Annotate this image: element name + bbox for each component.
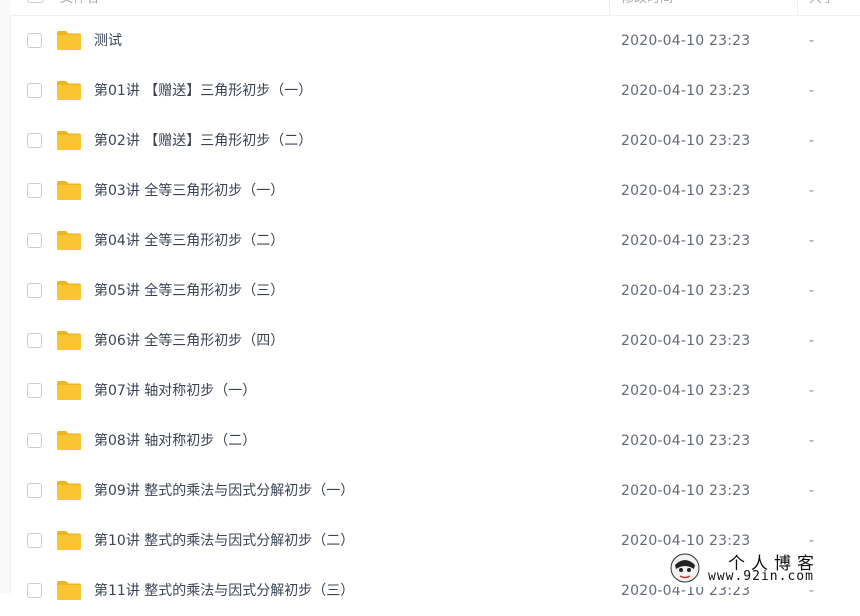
row-checkbox[interactable] <box>27 383 42 398</box>
row-checkbox[interactable] <box>27 333 42 348</box>
file-name[interactable]: 第06讲 全等三角形初步（四） <box>94 332 284 350</box>
folder-icon <box>57 81 81 100</box>
watermark: 个人博客 www.92in.com <box>670 551 842 587</box>
folder-icon <box>57 481 81 500</box>
file-name[interactable]: 第07讲 轴对称初步（一） <box>94 382 256 400</box>
watermark-url: www.92in.com <box>708 569 814 584</box>
row-checkbox[interactable] <box>27 583 42 598</box>
file-size: - <box>809 333 815 349</box>
modified-time: 2020-04-10 23:23 <box>621 83 751 99</box>
folder-icon <box>57 181 81 200</box>
folder-icon <box>57 381 81 400</box>
modified-time: 2020-04-10 23:23 <box>621 133 751 149</box>
file-size: - <box>809 533 815 549</box>
file-name[interactable]: 测试 <box>94 32 122 50</box>
folder-icon <box>57 31 81 50</box>
file-size: - <box>809 33 815 49</box>
select-all-checkbox[interactable] <box>27 0 44 3</box>
column-divider[interactable] <box>797 0 798 15</box>
sort-down-icon[interactable]: ▼ <box>780 0 787 2</box>
row-checkbox[interactable] <box>27 283 42 298</box>
folder-icon <box>57 281 81 300</box>
file-list: 测试 2020-04-10 23:23 - 第01讲 【赠送】三角形初步（一） 2020… <box>10 16 860 616</box>
modified-time: 2020-04-10 23:23 <box>621 533 751 549</box>
file-row[interactable]: 第07讲 轴对称初步（一） 2020-04-10 23:23 - <box>10 366 860 416</box>
file-name[interactable]: 第10讲 整式的乘法与因式分解初步（二） <box>94 532 354 550</box>
modified-time: 2020-04-10 23:23 <box>621 333 751 349</box>
modified-time: 2020-04-10 23:23 <box>621 383 751 399</box>
modified-time: 2020-04-10 23:23 <box>621 433 751 449</box>
folder-icon <box>57 131 81 150</box>
row-checkbox[interactable] <box>27 83 42 98</box>
row-checkbox[interactable] <box>27 433 42 448</box>
file-row[interactable]: 第06讲 全等三角形初步（四） 2020-04-10 23:23 - <box>10 316 860 366</box>
file-name[interactable]: 第11讲 整式的乘法与因式分解初步（三） <box>94 582 354 600</box>
file-row[interactable]: 第01讲 【赠送】三角形初步（一） 2020-04-10 23:23 - <box>10 66 860 116</box>
file-name[interactable]: 第08讲 轴对称初步（二） <box>94 432 256 450</box>
row-checkbox[interactable] <box>27 483 42 498</box>
blog-logo-icon <box>670 553 700 583</box>
folder-icon <box>57 331 81 350</box>
file-name[interactable]: 第05讲 全等三角形初步（三） <box>94 282 284 300</box>
file-row[interactable]: 第02讲 【赠送】三角形初步（二） 2020-04-10 23:23 - <box>10 116 860 166</box>
file-row[interactable]: 第08讲 轴对称初步（二） 2020-04-10 23:23 - <box>10 416 860 466</box>
column-header-name[interactable]: 文件名 <box>60 0 99 8</box>
file-list-header: 文件名 修改时间 ▼ 大小 <box>10 0 860 16</box>
file-row[interactable]: 第09讲 整式的乘法与因式分解初步（一） 2020-04-10 23:23 - <box>10 466 860 516</box>
folder-icon <box>57 531 81 550</box>
file-size: - <box>809 433 815 449</box>
file-row[interactable]: 第05讲 全等三角形初步（三） 2020-04-10 23:23 - <box>10 266 860 316</box>
file-size: - <box>809 483 815 499</box>
modified-time: 2020-04-10 23:23 <box>621 283 751 299</box>
row-checkbox[interactable] <box>27 233 42 248</box>
file-row[interactable]: 第03讲 全等三角形初步（一） 2020-04-10 23:23 - <box>10 166 860 216</box>
file-size: - <box>809 233 815 249</box>
modified-time: 2020-04-10 23:23 <box>621 483 751 499</box>
file-name[interactable]: 第09讲 整式的乘法与因式分解初步（一） <box>94 482 354 500</box>
file-row[interactable]: 测试 2020-04-10 23:23 - <box>10 16 860 66</box>
file-name[interactable]: 第04讲 全等三角形初步（二） <box>94 232 284 250</box>
file-size: - <box>809 283 815 299</box>
file-name[interactable]: 第03讲 全等三角形初步（一） <box>94 182 284 200</box>
folder-icon <box>57 431 81 450</box>
row-checkbox[interactable] <box>27 33 42 48</box>
file-size: - <box>809 383 815 399</box>
row-checkbox[interactable] <box>27 183 42 198</box>
file-size: - <box>809 183 815 199</box>
file-name[interactable]: 第02讲 【赠送】三角形初步（二） <box>94 132 312 150</box>
file-size: - <box>809 133 815 149</box>
row-checkbox[interactable] <box>27 133 42 148</box>
modified-time: 2020-04-10 23:23 <box>621 33 751 49</box>
column-header-size[interactable]: 大小 <box>809 0 835 8</box>
row-checkbox[interactable] <box>27 533 42 548</box>
file-size: - <box>809 83 815 99</box>
file-name[interactable]: 第01讲 【赠送】三角形初步（一） <box>94 82 312 100</box>
modified-time: 2020-04-10 23:23 <box>621 233 751 249</box>
modified-time: 2020-04-10 23:23 <box>621 183 751 199</box>
file-row[interactable]: 第04讲 全等三角形初步（二） 2020-04-10 23:23 - <box>10 216 860 266</box>
column-divider[interactable] <box>609 0 610 15</box>
folder-icon <box>57 581 81 600</box>
folder-icon <box>57 231 81 250</box>
column-header-time[interactable]: 修改时间 <box>621 0 673 8</box>
